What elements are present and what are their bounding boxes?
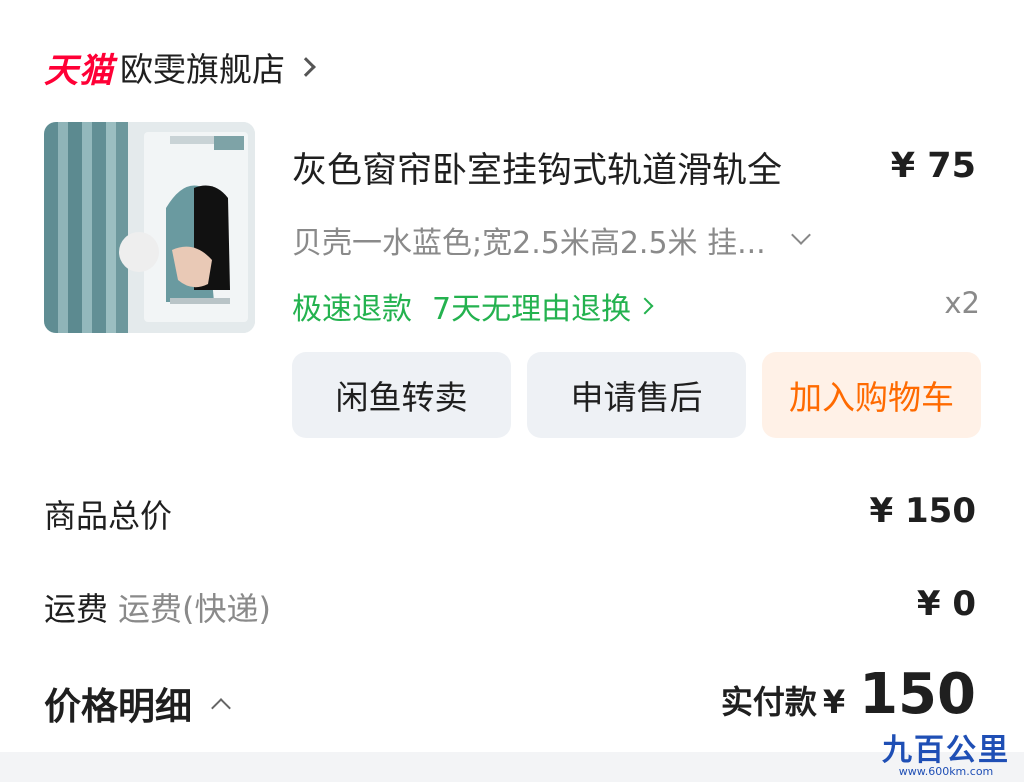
chevron-right-icon[interactable]: [636, 297, 654, 315]
shipping-value: ¥ 0: [916, 584, 976, 624]
shipping-row: 运费 运费(快递): [44, 584, 271, 630]
shipping-label: 运费: [44, 590, 109, 628]
amount-paid: 实付款 ¥ 150: [721, 662, 976, 727]
sku-selector[interactable]: 贝壳一水蓝色;宽2.5米高2.5米 挂...: [292, 218, 811, 262]
chevron-right-icon[interactable]: [296, 57, 316, 77]
curtain-product-image: [44, 122, 255, 333]
paid-amount: 150: [859, 662, 976, 727]
chevron-down-icon[interactable]: [790, 225, 811, 245]
price-detail-toggle[interactable]: 价格明细: [44, 676, 231, 730]
product-thumbnail[interactable]: [44, 122, 255, 333]
seven-day-return-tag: 7天无理由退换: [432, 292, 632, 327]
chevron-up-icon[interactable]: [211, 698, 231, 718]
shop-name[interactable]: 欧雯旗舰店: [120, 43, 285, 91]
watermark-url: www.600km.com: [898, 765, 994, 778]
watermark-main: 九百公里: [882, 733, 1010, 768]
order-card: 天猫 欧雯旗舰店 灰色窗帘卧室挂钩式轨道滑轨全 ¥ 75 贝壳一水蓝色;宽2.5…: [0, 0, 1024, 752]
watermark-logo: 九百公里 www.600km.com: [882, 725, 1010, 778]
price-detail-label: 价格明细: [44, 685, 192, 728]
quantity: x2: [944, 286, 980, 320]
paid-label: 实付款: [720, 683, 817, 721]
bottom-divider: [0, 752, 1024, 782]
shop-header[interactable]: 天猫 欧雯旗舰店: [44, 42, 316, 92]
tmall-logo: 天猫: [44, 50, 114, 91]
sku-text: 贝壳一水蓝色;宽2.5米高2.5米 挂...: [292, 226, 766, 261]
shipping-type: 运费(快递): [118, 590, 271, 628]
add-to-cart-button[interactable]: 加入购物车: [762, 352, 981, 438]
fast-refund-tag: 极速退款: [292, 292, 412, 327]
total-price-label: 商品总价: [44, 497, 173, 535]
total-price-value: ¥ 150: [869, 491, 976, 531]
product-price: ¥ 75: [890, 146, 976, 186]
paid-currency: ¥: [822, 683, 846, 721]
resell-button[interactable]: 闲鱼转卖: [292, 352, 511, 438]
after-sale-button[interactable]: 申请售后: [527, 352, 746, 438]
service-tags[interactable]: 极速退款 7天无理由退换: [292, 284, 654, 328]
product-title[interactable]: 灰色窗帘卧室挂钩式轨道滑轨全: [292, 142, 782, 193]
